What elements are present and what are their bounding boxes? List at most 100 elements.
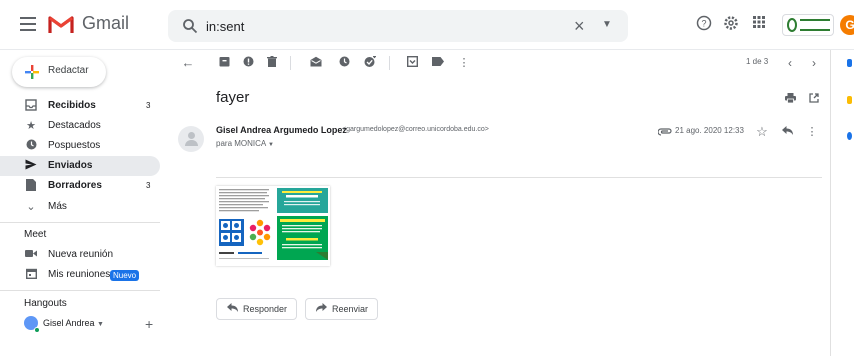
recipient-text: para MONICA	[216, 139, 266, 148]
add-to-tasks-icon[interactable]	[363, 55, 377, 70]
sidebar-item-label: Más	[48, 201, 67, 212]
sidebar-item-label: Destacados	[48, 120, 101, 131]
avatar-head-shape	[188, 132, 195, 139]
avatar-body-shape	[185, 140, 198, 146]
label-tag-icon[interactable]	[431, 56, 445, 70]
add-hangout-icon[interactable]: +	[145, 316, 153, 332]
back-arrow-icon[interactable]: ←	[181, 56, 195, 70]
hangouts-section-title: Hangouts	[24, 298, 67, 309]
sidebar-item-snoozed[interactable]: Pospuestos	[0, 136, 160, 156]
send-icon	[24, 159, 38, 173]
recipient-line[interactable]: para MONICA ▼	[216, 139, 274, 148]
draft-count: 3	[146, 181, 151, 190]
videocam-icon	[24, 248, 38, 262]
clock-icon	[24, 139, 38, 153]
message-more-icon[interactable]: ⋮	[805, 125, 819, 139]
reply-arrow-icon[interactable]	[780, 125, 794, 139]
calendar-icon	[24, 268, 38, 282]
mark-unread-icon[interactable]	[309, 56, 323, 70]
print-icon[interactable]	[783, 93, 797, 107]
university-seal-icon	[787, 18, 797, 32]
chevron-down-icon: ⌄	[26, 201, 36, 213]
report-spam-icon[interactable]	[241, 56, 255, 70]
hangouts-user-label: Gisel Andrea	[43, 318, 95, 328]
compose-button[interactable]: Redactar	[12, 57, 106, 87]
unread-count: 3	[146, 101, 151, 110]
more-options-icon[interactable]: ⋮	[457, 56, 471, 70]
draft-icon	[24, 179, 38, 193]
recipient-details-icon[interactable]: ▼	[268, 142, 274, 148]
keep-addon-icon[interactable]	[847, 96, 852, 104]
clear-search-icon[interactable]: ×	[574, 16, 585, 37]
delete-trash-icon[interactable]	[265, 56, 279, 70]
newer-chevron-icon[interactable]: ‹	[783, 56, 797, 70]
toolbar-divider	[290, 56, 291, 70]
snooze-clock-icon[interactable]	[337, 56, 351, 70]
email-subject: fayer	[216, 89, 250, 106]
sidebar-item-new-meeting[interactable]: Nueva reunión	[0, 245, 160, 265]
search-input[interactable]: in:sent	[206, 19, 244, 34]
star-message-icon[interactable]: ☆	[755, 125, 769, 139]
sidebar-item-label: Enviados	[48, 160, 93, 171]
open-new-window-icon[interactable]	[807, 93, 821, 107]
flyer-image	[216, 186, 330, 266]
new-badge: Nuevo	[110, 270, 140, 281]
tasks-addon-icon[interactable]	[847, 132, 852, 140]
app-name: Gmail	[82, 13, 130, 33]
message-date: 21 ago. 2020 12:33	[675, 126, 744, 135]
sidebar-item-inbox[interactable]: Recibidos 3	[0, 96, 160, 116]
reply-icon	[227, 303, 238, 314]
forward-button[interactable]: Reenviar	[305, 298, 378, 320]
pagination-text: 1 de 3	[746, 57, 769, 66]
account-avatar[interactable]: G	[840, 15, 854, 35]
sidebar-item-label: Pospuestos	[48, 140, 101, 151]
top-bar: Gmail in:sent × ▼ ? G	[0, 0, 854, 50]
university-wordmark	[800, 19, 830, 31]
sidebar-item-label: Borradores	[48, 180, 102, 191]
organization-logo[interactable]	[782, 14, 834, 36]
sidebar-item-label: Recibidos	[48, 100, 96, 111]
main-menu-icon[interactable]	[20, 17, 36, 31]
archive-icon[interactable]	[217, 56, 231, 70]
move-to-icon[interactable]	[405, 55, 419, 70]
inbox-icon	[24, 99, 38, 113]
side-panel-divider	[830, 50, 831, 356]
online-status-dot	[34, 327, 40, 333]
search-bar[interactable]: in:sent × ▼	[168, 10, 628, 42]
apps-grid-icon[interactable]	[749, 15, 769, 35]
user-dropdown-icon[interactable]: ▼	[97, 321, 104, 328]
toolbar-divider	[389, 56, 390, 70]
attachment-image-thumbnail[interactable]	[216, 186, 330, 266]
plus-icon	[25, 65, 39, 79]
sender-name[interactable]: Gisel Andrea Argumedo Lopez	[216, 125, 347, 135]
sidebar-item-label: Nueva reunión	[48, 249, 114, 260]
hangouts-user-name[interactable]: Gisel Andrea ▼	[43, 318, 104, 328]
star-icon: ★	[26, 120, 36, 132]
sender-email: <gargumedolopez@correo.unicordoba.edu.co…	[342, 126, 489, 133]
sidebar-divider	[0, 222, 160, 223]
attachment-icon	[657, 126, 673, 140]
meet-section-title: Meet	[24, 229, 47, 240]
settings-gear-icon[interactable]	[721, 15, 741, 35]
sidebar-item-drafts[interactable]: Borradores 3	[0, 176, 160, 196]
help-icon[interactable]: ?	[694, 15, 714, 35]
search-options-icon[interactable]: ▼	[602, 19, 612, 30]
sidebar-item-sent[interactable]: Enviados	[0, 156, 160, 176]
sidebar-item-my-meetings[interactable]: Mis reuniones Nuevo	[0, 265, 160, 285]
gmail-logo[interactable]: Gmail	[48, 13, 129, 34]
svg-text:?: ?	[701, 19, 706, 29]
search-icon[interactable]	[182, 18, 198, 34]
sender-avatar[interactable]	[178, 126, 204, 152]
calendar-addon-icon[interactable]	[847, 59, 852, 67]
gmail-m-icon	[48, 14, 74, 33]
reply-label: Responder	[243, 304, 288, 314]
reply-button[interactable]: Responder	[216, 298, 297, 320]
sidebar-item-more[interactable]: ⌄ Más	[0, 197, 160, 217]
older-chevron-icon[interactable]: ›	[807, 56, 821, 70]
compose-label: Redactar	[48, 65, 89, 76]
attachment-divider	[216, 177, 822, 178]
sidebar-item-label: Mis reuniones	[48, 269, 111, 280]
sidebar-item-starred[interactable]: ★ Destacados	[0, 116, 160, 136]
forward-label: Reenviar	[332, 304, 369, 314]
sidebar-divider	[0, 290, 160, 291]
